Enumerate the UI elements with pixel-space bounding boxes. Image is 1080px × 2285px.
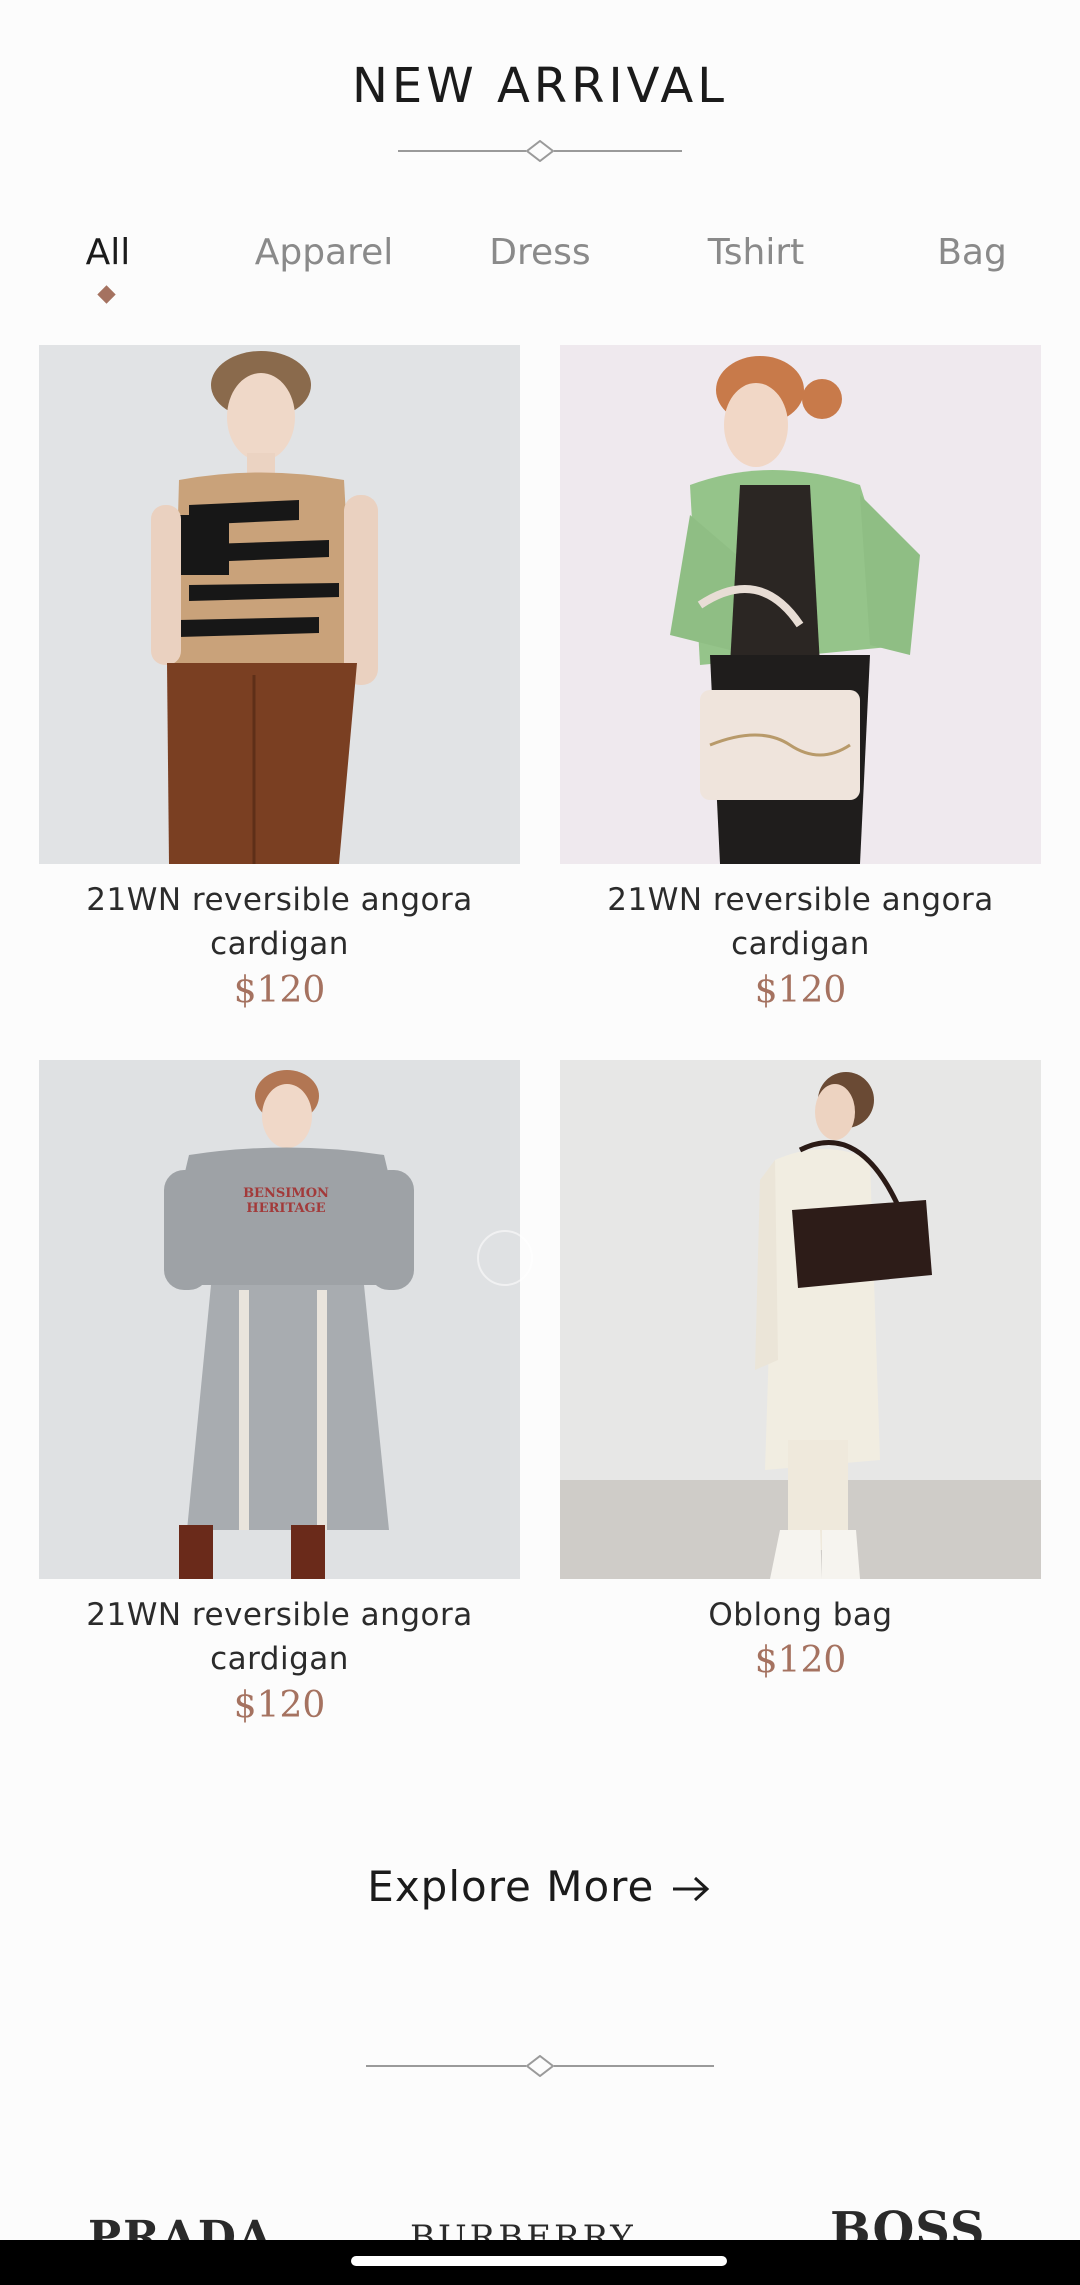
- tab-label: Apparel: [254, 232, 394, 273]
- product-price: $120: [233, 1685, 326, 1726]
- product-name[interactable]: Oblong bag: [560, 1593, 1041, 1637]
- touch-indicator: [477, 1230, 533, 1286]
- tab-label: Tshirt: [707, 232, 805, 273]
- section-title: NEW ARRIVAL: [352, 58, 728, 114]
- product-name[interactable]: 21WN reversible angora cardigan: [560, 878, 1041, 966]
- product-name-line2: cardigan: [210, 1641, 349, 1677]
- product-name-line1: Oblong bag: [708, 1597, 893, 1633]
- product-image[interactable]: BENSIMON HERITAGE: [39, 1060, 520, 1579]
- tab-tshirt[interactable]: Tshirt: [648, 232, 864, 273]
- tab-label: Dress: [489, 232, 591, 273]
- product-name[interactable]: 21WN reversible angora cardigan: [39, 1593, 520, 1681]
- tab-all[interactable]: All: [0, 232, 216, 304]
- tab-label: All: [85, 232, 131, 273]
- product-image[interactable]: [560, 1060, 1041, 1579]
- product-price: $120: [754, 1640, 847, 1681]
- home-indicator[interactable]: [351, 2256, 727, 2266]
- product-image[interactable]: [560, 345, 1041, 864]
- category-tabs: All Apparel Dress Tshirt Bag: [0, 232, 1080, 312]
- tab-apparel[interactable]: Apparel: [216, 232, 432, 273]
- product-price: $120: [233, 970, 326, 1011]
- explore-more-label: Explore More: [367, 1862, 655, 1911]
- product-name-line1: 21WN reversible angora: [86, 1597, 473, 1633]
- product-price: $120: [754, 970, 847, 1011]
- product-image[interactable]: [39, 345, 520, 864]
- arrow-right-icon: [669, 1862, 713, 1911]
- explore-more-button[interactable]: Explore More: [0, 1862, 1080, 1911]
- active-tab-indicator: [97, 285, 116, 304]
- product-name-line1: 21WN reversible angora: [86, 882, 473, 918]
- tab-bag[interactable]: Bag: [864, 232, 1080, 273]
- product-name[interactable]: 21WN reversible angora cardigan: [39, 878, 520, 966]
- diamond-divider: [398, 140, 682, 162]
- tab-dress[interactable]: Dress: [432, 232, 648, 273]
- product-name-line1: 21WN reversible angora: [607, 882, 994, 918]
- sweatshirt-print: BENSIMON HERITAGE: [243, 1186, 329, 1216]
- diamond-divider: [366, 2055, 714, 2077]
- tab-label: Bag: [937, 232, 1007, 273]
- product-name-line2: cardigan: [210, 926, 349, 962]
- product-name-line2: cardigan: [731, 926, 870, 962]
